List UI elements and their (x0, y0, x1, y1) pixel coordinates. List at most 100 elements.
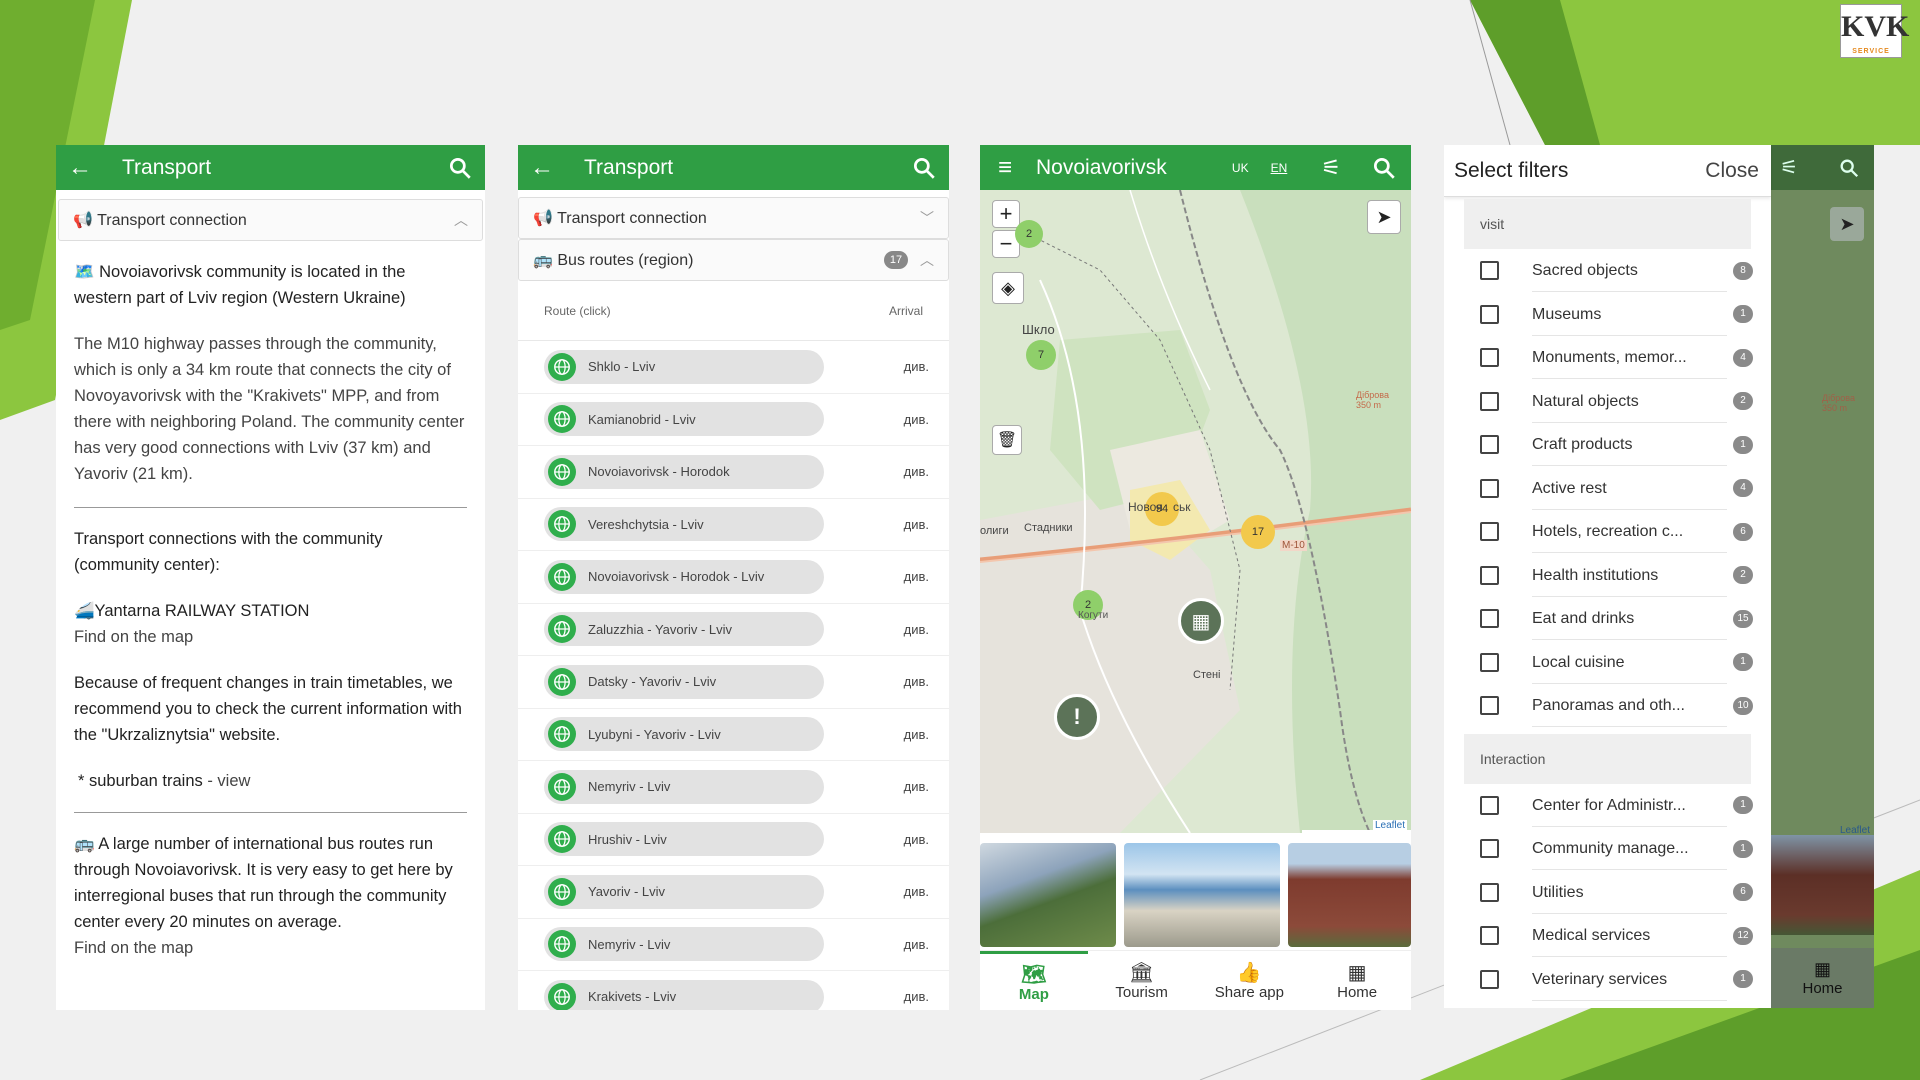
filter-option[interactable]: Health institutions 2 (1444, 554, 1771, 598)
arrival-link[interactable]: див. (904, 884, 929, 899)
checkbox[interactable] (1480, 565, 1499, 585)
page-title: Novoiavorivsk (1036, 155, 1167, 179)
menu-icon[interactable]: ≡ (998, 154, 1012, 182)
route-button[interactable]: Novoiavorivsk - Horodok (544, 454, 824, 489)
checkbox[interactable] (1480, 609, 1499, 629)
route-button[interactable]: Datsky - Yavoriv - Lviv (544, 664, 824, 699)
nav-map[interactable]: 🗺 Map (980, 951, 1088, 1010)
filter-option[interactable]: Active rest 4 (1444, 467, 1771, 511)
photo-thumbnail[interactable] (1124, 843, 1280, 947)
layers-icon[interactable]: ◈ (992, 272, 1024, 304)
bus-map-link[interactable]: Find on the map (74, 935, 467, 961)
arrival-link[interactable]: див. (904, 569, 929, 584)
arrival-link[interactable]: див. (904, 674, 929, 689)
railway-map-link[interactable]: Find on the map (74, 624, 467, 650)
filter-option[interactable]: Craft products 1 (1444, 423, 1771, 467)
route-button[interactable]: Krakivets - Lviv (544, 979, 824, 1010)
route-button[interactable]: Yavoriv - Lviv (544, 874, 824, 909)
map-cluster[interactable]: 7 (1026, 340, 1056, 370)
filter-option[interactable]: Eat and drinks 15 (1444, 597, 1771, 641)
route-button[interactable]: Kamianobrid - Lviv (544, 402, 824, 437)
map-marker-building-icon[interactable]: ▦ (1178, 598, 1224, 644)
arrival-link[interactable]: див. (904, 937, 929, 952)
filter-option[interactable]: Veterinary services 1 (1444, 958, 1771, 1002)
filter-option[interactable]: Natural objects 2 (1444, 380, 1771, 424)
checkbox[interactable] (1480, 348, 1499, 368)
nav-share-app[interactable]: 👍 Share app (1196, 951, 1304, 1010)
lang-uk-link[interactable]: UK (1232, 161, 1249, 175)
checkbox[interactable] (1480, 969, 1499, 989)
arrival-link[interactable]: див. (904, 464, 929, 479)
route-button[interactable]: Nemyriv - Lviv (544, 927, 824, 962)
checkbox[interactable] (1480, 304, 1499, 324)
checkbox[interactable] (1480, 261, 1499, 281)
checkbox[interactable] (1480, 839, 1499, 859)
checkbox[interactable] (1480, 882, 1499, 902)
accordion-transport-connection[interactable]: 📢 Transport connection ︿ (58, 199, 483, 241)
column-route: Route (click) (544, 303, 611, 318)
filter-option[interactable]: Hotels, recreation c... 6 (1444, 510, 1771, 554)
filter-option[interactable]: Museums 1 (1444, 293, 1771, 337)
back-arrow-icon[interactable]: ← (68, 154, 108, 182)
search-icon[interactable] (1371, 155, 1397, 181)
photo-thumbnail[interactable] (1288, 843, 1411, 947)
arrival-link[interactable]: див. (904, 779, 929, 794)
dimmed-background[interactable]: ⚟ ➤ Діброва 350 m Leaflet ▦ Home (1771, 145, 1874, 1008)
accordion-transport-connection[interactable]: 📢 Transport connection ﹀ (518, 197, 949, 239)
filter-option[interactable]: Community manage... 1 (1444, 827, 1771, 871)
route-button[interactable]: Shklo - Lviv (544, 349, 824, 384)
filter-label: Utilities (1532, 871, 1727, 914)
nav-tourism[interactable]: 🏛 Tourism (1088, 951, 1196, 1010)
route-button[interactable]: Nemyriv - Lviv (544, 769, 824, 804)
filter-option[interactable]: Medical services 12 (1444, 914, 1771, 958)
nav-home[interactable]: ▦ Home (1303, 951, 1411, 1010)
checkbox[interactable] (1480, 435, 1499, 455)
checkbox[interactable] (1480, 391, 1499, 411)
accordion-bus-routes[interactable]: 🚌 Bus routes (region) 17 ︿ (518, 239, 949, 281)
checkbox[interactable] (1480, 478, 1499, 498)
arrival-link[interactable]: див. (904, 622, 929, 637)
map-marker-alert-icon[interactable]: ! (1054, 694, 1100, 740)
checkbox[interactable] (1480, 926, 1499, 946)
section-header-visit: visit (1464, 199, 1751, 249)
map-tiles (980, 190, 1411, 833)
arrival-link[interactable]: див. (904, 359, 929, 374)
zoom-in-button[interactable]: + (992, 200, 1020, 228)
route-button[interactable]: Lyubyni - Yavoriv - Lviv (544, 717, 824, 752)
filter-sliders-icon[interactable]: ⚟ (1321, 155, 1341, 181)
route-button[interactable]: Hrushiv - Lviv (544, 822, 824, 857)
arrival-link[interactable]: див. (904, 832, 929, 847)
route-button[interactable]: Zaluzzhia - Yavoriv - Lviv (544, 612, 824, 647)
map-view[interactable]: + − ◈ 🗑 ➤ 2 7 94 17 2 ▦ ! Шкло Новоя ськ… (980, 190, 1411, 833)
filter-option[interactable]: Local cuisine 1 (1444, 641, 1771, 685)
close-button[interactable]: Close (1705, 159, 1759, 183)
back-arrow-icon[interactable]: ← (530, 154, 570, 182)
checkbox[interactable] (1480, 652, 1499, 672)
filter-option[interactable]: Panoramas and oth... 10 (1444, 684, 1771, 728)
arrival-link[interactable]: див. (904, 412, 929, 427)
checkbox[interactable] (1480, 522, 1499, 542)
search-icon[interactable] (911, 155, 937, 181)
lang-en-link[interactable]: EN (1271, 161, 1288, 175)
search-icon[interactable] (447, 155, 473, 181)
filter-option[interactable]: Monuments, memor... 4 (1444, 336, 1771, 380)
route-button[interactable]: Novoiavorivsk - Horodok - Lviv (544, 559, 824, 594)
filter-option[interactable]: Sacred objects 8 (1444, 249, 1771, 293)
trash-icon[interactable]: 🗑 (992, 425, 1022, 455)
arrival-link[interactable]: див. (904, 727, 929, 742)
arrival-link[interactable]: див. (904, 989, 929, 1004)
leaflet-attribution[interactable]: Leaflet (1372, 820, 1407, 831)
map-place-label: ськ (1173, 500, 1191, 514)
photo-thumbnail[interactable] (980, 843, 1116, 947)
suburban-trains-view-link[interactable]: - view (203, 772, 250, 790)
locate-arrow-icon[interactable]: ➤ (1367, 200, 1401, 234)
route-button[interactable]: Vereshchytsia - Lviv (544, 507, 824, 542)
filter-option[interactable]: Center for Administr... 1 (1444, 784, 1771, 828)
checkbox[interactable] (1480, 795, 1499, 815)
checkbox[interactable] (1480, 696, 1499, 716)
map-cluster[interactable]: 2 (1015, 220, 1043, 248)
filter-option[interactable]: Utilities 6 (1444, 871, 1771, 915)
map-cluster[interactable]: 17 (1241, 515, 1275, 549)
arrival-link[interactable]: див. (904, 517, 929, 532)
app-bar: ← Transport (518, 145, 949, 190)
